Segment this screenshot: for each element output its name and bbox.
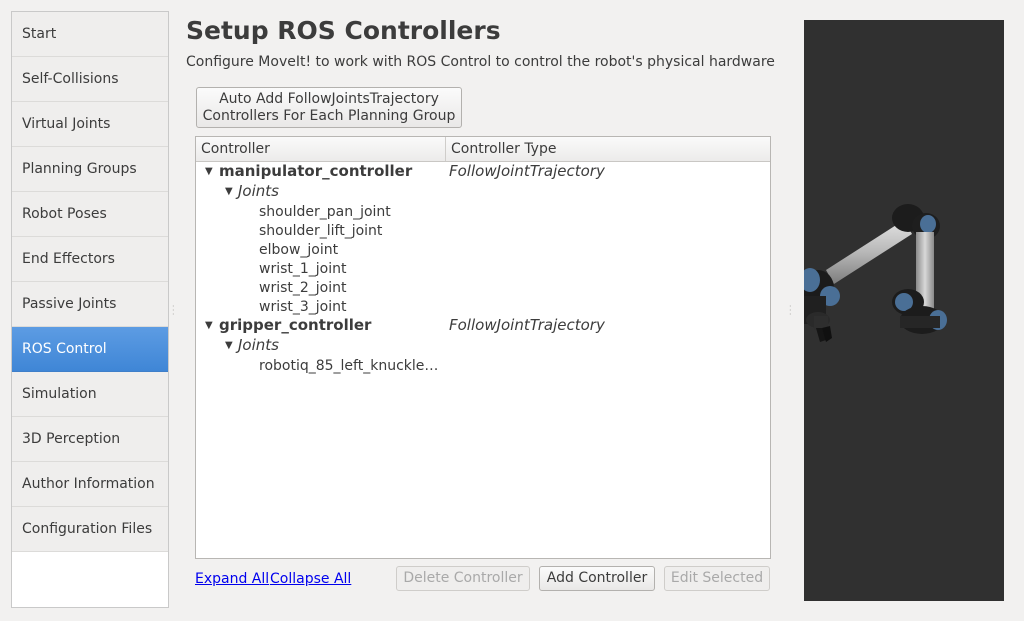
splitter-handle-right[interactable]: · · · bbox=[789, 303, 792, 319]
auto-add-button-line1: Auto Add FollowJointsTrajectory bbox=[219, 91, 439, 107]
sidebar-item-ros-control[interactable]: ROS Control bbox=[12, 327, 168, 372]
triangle-down-icon[interactable]: ▼ bbox=[205, 316, 213, 335]
tree-row-joint[interactable]: shoulder_lift_joint bbox=[259, 222, 382, 241]
sidebar-item-3d-perception[interactable]: 3D Perception bbox=[12, 417, 168, 462]
sidebar: Start Self-Collisions Virtual Joints Planni… bbox=[11, 11, 169, 608]
sidebar-item-robot-poses[interactable]: Robot Poses bbox=[12, 192, 168, 237]
auto-add-button-line2: Controllers For Each Planning Group bbox=[202, 108, 456, 124]
tree-row-joint[interactable]: wrist_2_joint bbox=[259, 279, 347, 298]
tree-row-joint[interactable]: robotiq_85_left_knuckle… bbox=[259, 357, 438, 376]
tree-row-joint[interactable]: wrist_1_joint bbox=[259, 260, 347, 279]
joints-label: Joints bbox=[238, 182, 279, 200]
column-header-controller[interactable]: Controller bbox=[201, 141, 270, 157]
triangle-down-icon[interactable]: ▼ bbox=[205, 162, 213, 181]
delete-controller-button[interactable]: Delete Controller bbox=[396, 566, 530, 591]
column-header-controller-type[interactable]: Controller Type bbox=[451, 141, 556, 157]
triangle-down-icon[interactable]: ▼ bbox=[225, 182, 233, 201]
add-controller-button[interactable]: Add Controller bbox=[539, 566, 655, 591]
column-divider[interactable] bbox=[445, 137, 446, 161]
sidebar-item-virtual-joints[interactable]: Virtual Joints bbox=[12, 102, 168, 147]
robot-3d-viewer[interactable] bbox=[804, 20, 1004, 601]
controller-name: manipulator_controller bbox=[219, 162, 413, 180]
sidebar-item-start[interactable]: Start bbox=[12, 12, 168, 57]
controllers-tree[interactable]: Controller Controller Type ▼ manipulator… bbox=[195, 136, 771, 559]
sidebar-item-passive-joints[interactable]: Passive Joints bbox=[12, 282, 168, 327]
sidebar-item-end-effectors[interactable]: End Effectors bbox=[12, 237, 168, 282]
tree-row-joint[interactable]: wrist_3_joint bbox=[259, 298, 347, 317]
controller-type: FollowJointTrajectory bbox=[449, 162, 605, 180]
sidebar-item-planning-groups[interactable]: Planning Groups bbox=[12, 147, 168, 192]
tree-row-joint[interactable]: shoulder_pan_joint bbox=[259, 203, 391, 222]
auto-add-controllers-button[interactable]: Auto Add FollowJointsTrajectory Controll… bbox=[196, 87, 462, 128]
joints-label: Joints bbox=[238, 336, 279, 354]
sidebar-item-simulation[interactable]: Simulation bbox=[12, 372, 168, 417]
tree-row-joint[interactable]: elbow_joint bbox=[259, 241, 338, 260]
collapse-all-link[interactable]: Collapse All bbox=[270, 571, 351, 587]
robot-arm-render bbox=[804, 204, 947, 342]
page-title: Setup ROS Controllers bbox=[186, 16, 501, 45]
tree-header: Controller Controller Type bbox=[196, 137, 770, 162]
sidebar-item-author-information[interactable]: Author Information bbox=[12, 462, 168, 507]
splitter-handle-left[interactable]: · · · bbox=[172, 303, 175, 319]
sidebar-item-configuration-files[interactable]: Configuration Files bbox=[12, 507, 168, 552]
triangle-down-icon[interactable]: ▼ bbox=[225, 336, 233, 355]
controller-name: gripper_controller bbox=[219, 316, 372, 334]
sidebar-item-self-collisions[interactable]: Self-Collisions bbox=[12, 57, 168, 102]
page-subtitle: Configure MoveIt! to work with ROS Contr… bbox=[186, 54, 775, 70]
controller-type: FollowJointTrajectory bbox=[449, 316, 605, 334]
expand-all-link[interactable]: Expand All bbox=[195, 571, 269, 587]
edit-selected-button[interactable]: Edit Selected bbox=[664, 566, 770, 591]
